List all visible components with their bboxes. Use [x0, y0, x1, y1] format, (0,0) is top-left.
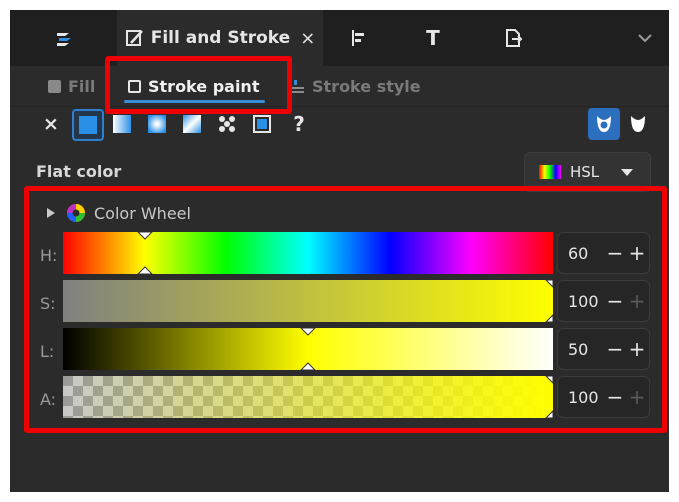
tab-align[interactable] [323, 10, 393, 66]
color-mode-icon [539, 165, 561, 179]
color-wheel-icon [67, 204, 85, 222]
subtab-fill-label: Fill [68, 76, 96, 96]
alpha-spinbox[interactable]: 100 − + [557, 376, 650, 418]
fill-rule-evenodd-icon [597, 116, 611, 132]
tabs-menu-button[interactable] [620, 10, 669, 66]
alpha-value[interactable]: 100 [568, 388, 604, 407]
alpha-decrement-button[interactable]: − [604, 385, 626, 409]
subtab-stroke-paint-label: Stroke paint [148, 76, 260, 96]
stroke-style-icon [292, 80, 304, 93]
no-paint-icon: × [43, 113, 59, 135]
swatch-icon [253, 115, 271, 133]
subtab-stroke-style-label: Stroke style [312, 76, 421, 96]
tab-text[interactable]: T [393, 10, 473, 66]
color-mode-label: HSL [570, 163, 600, 181]
subtab-stroke-style[interactable]: Stroke style [292, 66, 421, 106]
fill-stroke-icon [125, 30, 143, 46]
hue-slider-handle[interactable] [63, 232, 553, 274]
tab-fill-and-stroke[interactable]: Fill and Stroke × [117, 10, 323, 66]
stroke-swatch-icon [128, 79, 141, 93]
hue-label: H: [40, 246, 58, 265]
lightness-increment-button[interactable]: + [626, 337, 648, 361]
fill-swatch-icon [48, 79, 61, 93]
lightness-slider[interactable] [63, 328, 553, 370]
active-subtab-indicator [124, 100, 265, 103]
lightness-value[interactable]: 50 [568, 340, 604, 359]
text-icon: T [426, 26, 440, 50]
tab-layers[interactable] [10, 10, 117, 66]
subtab-stroke-paint[interactable]: Stroke paint [124, 66, 265, 106]
saturation-slider-handle[interactable] [63, 280, 553, 322]
mesh-gradient-icon [183, 115, 201, 133]
saturation-increment-button[interactable]: + [626, 289, 648, 313]
color-wheel-expander[interactable]: Color Wheel [46, 202, 191, 224]
saturation-label: S: [40, 294, 56, 313]
fill-rule-evenodd-button[interactable] [588, 108, 620, 140]
hue-slider[interactable] [63, 232, 553, 274]
saturation-decrement-button[interactable]: − [604, 289, 626, 313]
lightness-label: L: [40, 342, 55, 361]
tab-export[interactable] [473, 10, 553, 66]
fill-rule-nonzero-icon [631, 116, 645, 132]
paint-subtabs: Fill Stroke paint Stroke style [10, 66, 669, 107]
saturation-spinbox[interactable]: 100 − + [557, 280, 650, 322]
pattern-button[interactable] [215, 112, 239, 136]
unset-paint-button[interactable]: ? [287, 112, 311, 136]
export-icon [506, 29, 523, 47]
alpha-label: A: [40, 390, 57, 409]
lightness-decrement-button[interactable]: − [604, 337, 626, 361]
pattern-icon [218, 115, 236, 133]
lightness-spinbox[interactable]: 50 − + [557, 328, 650, 370]
alpha-increment-button[interactable]: + [626, 385, 648, 409]
fill-and-stroke-dialog: Fill and Stroke × T Fill Stroke paint St… [10, 10, 669, 492]
tab-title: Fill and Stroke [150, 28, 291, 48]
flat-color-icon [79, 116, 97, 134]
mesh-gradient-button[interactable] [180, 112, 204, 136]
section-title: Flat color [36, 162, 122, 181]
radial-gradient-button[interactable] [145, 112, 169, 136]
dropdown-arrow-icon [621, 168, 633, 176]
subtab-fill[interactable]: Fill [48, 66, 95, 106]
flat-color-button[interactable] [72, 109, 104, 141]
hue-spinbox[interactable]: 60 − + [557, 232, 650, 274]
hue-value[interactable]: 60 [568, 244, 604, 263]
saturation-value[interactable]: 100 [568, 292, 604, 311]
saturation-slider[interactable] [63, 280, 553, 322]
alpha-slider-handle[interactable] [63, 376, 553, 418]
hue-increment-button[interactable]: + [626, 241, 648, 265]
expander-arrow-icon [47, 208, 55, 218]
fill-rule-nonzero-button[interactable] [626, 112, 650, 136]
radial-gradient-icon [148, 115, 166, 133]
chevron-down-icon [637, 34, 652, 43]
hue-decrement-button[interactable]: − [604, 241, 626, 265]
alpha-slider[interactable] [63, 376, 553, 418]
linear-gradient-icon [113, 115, 131, 133]
lightness-slider-handle[interactable] [63, 328, 553, 370]
color-wheel-label: Color Wheel [94, 203, 191, 223]
color-mode-dropdown[interactable]: HSL [524, 152, 651, 192]
align-icon [352, 30, 364, 46]
unset-paint-icon: ? [293, 112, 305, 136]
linear-gradient-button[interactable] [110, 112, 134, 136]
layers-icon [56, 33, 71, 46]
no-paint-button[interactable]: × [39, 112, 63, 136]
dialog-tab-bar: Fill and Stroke × T [10, 10, 669, 66]
swatch-button[interactable] [250, 112, 274, 136]
close-tab-icon[interactable]: × [300, 28, 315, 49]
